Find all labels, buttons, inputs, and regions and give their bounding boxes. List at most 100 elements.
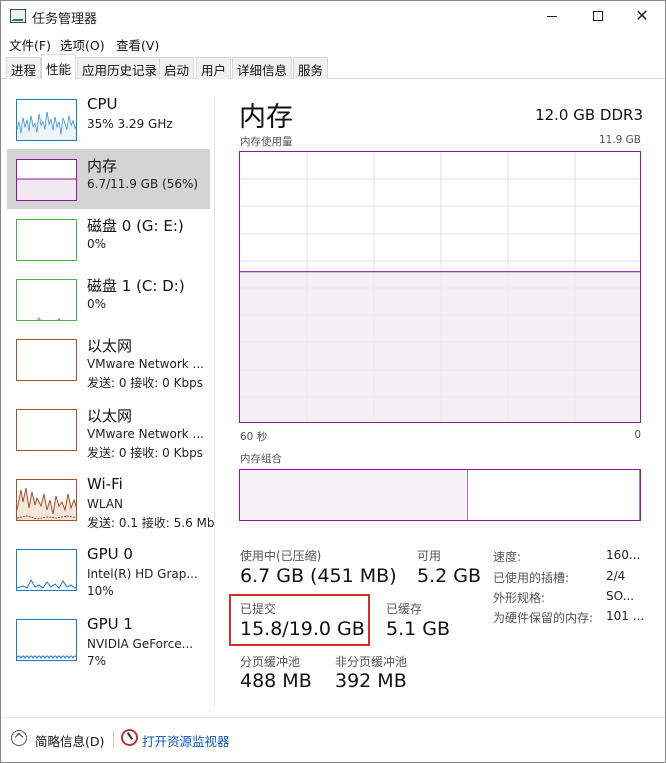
sidebar-item-title: 磁盘 1 (C: D:): [87, 277, 185, 295]
sidebar-item-detail: 10%: [87, 584, 114, 598]
sidebar-item-detail: 发送: 0 接收: 0 Kbps: [87, 446, 203, 460]
menu-view[interactable]: 查看(V): [116, 35, 159, 54]
paged-pool-value: 488 MB: [240, 670, 312, 692]
tab-startup[interactable]: 启动: [159, 57, 195, 79]
sidebar-item-subtitle: 6.7/11.9 GB (56%): [87, 177, 199, 191]
committed-highlight-box: [229, 594, 370, 646]
sidebar-item-detail: 7%: [87, 654, 107, 668]
close-icon: ✕: [635, 6, 649, 25]
sidebar-item-subtitle: 35% 3.29 GHz: [87, 117, 173, 131]
tab-performance[interactable]: 性能: [41, 54, 77, 80]
sidebar-item-subtitle: VMware Network ...: [87, 357, 204, 371]
close-button[interactable]: ✕: [619, 1, 665, 32]
memory-usage-graph: [239, 151, 641, 423]
memory-usage-label: 内存使用量: [240, 136, 293, 148]
slots-used-value: 2/4: [606, 569, 626, 583]
performance-sidebar: CPU 35% 3.29 GHz 内存 6.7/11.9 GB (56%) 磁盘…: [1, 80, 215, 710]
hardware-reserved-value: 101 ...: [606, 609, 645, 623]
cached-label: 已缓存: [386, 602, 423, 616]
panel-title: 内存: [239, 102, 293, 133]
sidebar-item-detail: 发送: 0 接收: 0 Kbps: [87, 376, 203, 390]
sidebar-divider: [214, 99, 215, 707]
graph-time-start: 60 秒: [240, 431, 268, 443]
available-value: 5.2 GB: [417, 565, 482, 587]
resource-monitor-icon[interactable]: [121, 729, 138, 746]
chevron-up-icon[interactable]: [11, 730, 27, 746]
sidebar-item-disk-1[interactable]: 磁盘 1 (C: D:) 0%: [7, 269, 210, 329]
sidebar-item-title: GPU 1: [87, 615, 133, 633]
available-label: 可用: [417, 549, 442, 563]
cpu-graph-icon: [16, 99, 77, 141]
sidebar-item-title: 以太网: [87, 337, 133, 355]
minimize-button[interactable]: [529, 1, 575, 32]
sidebar-item-subtitle: WLAN: [87, 497, 124, 511]
sidebar-item-cpu[interactable]: CPU 35% 3.29 GHz: [7, 89, 210, 149]
tab-details[interactable]: 详细信息: [232, 57, 293, 79]
cached-value: 5.1 GB: [386, 618, 451, 640]
tab-app-history[interactable]: 应用历史记录: [77, 57, 163, 79]
sidebar-item-wifi[interactable]: Wi-Fi WLAN 发送: 0.1 接收: 5.6 Mb: [7, 469, 214, 530]
task-manager-window: 任务管理器 ✕ 文件(F) 选项(O) 查看(V) 进程 性能 应用历史记录 启…: [0, 0, 666, 763]
bottom-divider: [113, 730, 114, 748]
sidebar-item-title: 以太网: [87, 407, 133, 425]
memory-usage-graph-svg: [240, 152, 640, 422]
in-use-label: 使用中(已压缩): [240, 549, 322, 563]
sidebar-item-subtitle: Intel(R) HD Grap...: [87, 567, 198, 581]
minimize-icon: [547, 15, 557, 17]
speed-label: 速度:: [493, 550, 522, 564]
disk-graph-icon: [16, 219, 77, 261]
sidebar-item-title: GPU 0: [87, 545, 133, 563]
nonpaged-pool-label: 非分页缓冲池: [335, 655, 408, 669]
memory-composition-label: 内存组合: [240, 453, 282, 465]
sidebar-item-ethernet-2[interactable]: 以太网 VMware Network ... 发送: 0 接收: 0 Kbps: [7, 399, 210, 460]
ethernet-graph-icon: [16, 409, 77, 451]
wifi-graph-icon: [16, 479, 77, 521]
sidebar-item-memory[interactable]: 内存 6.7/11.9 GB (56%): [7, 149, 210, 209]
memory-composition-bar: [239, 469, 641, 521]
sidebar-item-title: 磁盘 0 (G: E:): [87, 217, 184, 235]
tab-users[interactable]: 用户: [196, 57, 232, 79]
sidebar-item-subtitle: NVIDIA GeForce...: [87, 637, 194, 651]
bottom-bar: 简略信息(D) 打开资源监视器: [1, 717, 665, 763]
memory-usage-max: 11.9 GB: [598, 134, 641, 146]
open-resource-monitor-link[interactable]: 打开资源监视器: [142, 731, 230, 750]
fewer-details-link[interactable]: 简略信息(D): [35, 731, 104, 750]
graph-time-end: 0: [634, 429, 641, 441]
in-use-value: 6.7 GB (451 MB): [240, 565, 397, 587]
memory-usage-area: [240, 271, 640, 422]
memory-spec: 12.0 GB DDR3: [535, 106, 643, 124]
sidebar-item-subtitle: 0%: [87, 297, 107, 311]
gpu-graph-icon: [16, 619, 77, 661]
tab-processes[interactable]: 进程: [6, 57, 42, 79]
menu-options[interactable]: 选项(O): [60, 35, 105, 54]
maximize-button[interactable]: [575, 1, 621, 32]
sidebar-item-gpu-0[interactable]: GPU 0 Intel(R) HD Grap... 10%: [7, 539, 210, 599]
form-factor-label: 外形规格:: [493, 591, 546, 605]
speed-value: 160...: [606, 548, 641, 562]
ethernet-graph-icon: [16, 339, 77, 381]
maximize-icon: [593, 11, 603, 21]
tab-bar: 进程 性能 应用历史记录 启动 用户 详细信息 服务: [1, 54, 665, 80]
memory-graph-icon: [16, 159, 77, 201]
sidebar-item-detail: 发送: 0.1 接收: 5.6 Mb: [87, 516, 215, 530]
sidebar-item-subtitle: 0%: [87, 237, 107, 251]
gpu-graph-icon: [16, 549, 77, 591]
sidebar-item-title: 内存: [87, 157, 118, 175]
task-manager-app-icon: [10, 9, 26, 23]
slots-used-label: 已使用的插槽:: [493, 571, 570, 585]
sidebar-item-title: Wi-Fi: [87, 475, 123, 493]
title-bar: 任务管理器 ✕: [1, 1, 665, 32]
disk-graph-icon: [16, 279, 77, 321]
paged-pool-label: 分页缓冲池: [240, 655, 301, 669]
sidebar-item-ethernet-1[interactable]: 以太网 VMware Network ... 发送: 0 接收: 0 Kbps: [7, 329, 210, 390]
composition-standby-segment: [240, 470, 640, 520]
tab-services[interactable]: 服务: [293, 57, 329, 79]
sidebar-item-title: CPU: [87, 95, 118, 113]
nonpaged-pool-value: 392 MB: [335, 670, 407, 692]
sidebar-item-disk-0[interactable]: 磁盘 0 (G: E:) 0%: [7, 209, 210, 269]
window-title: 任务管理器: [32, 12, 98, 27]
sidebar-item-gpu-1[interactable]: GPU 1 NVIDIA GeForce... 7%: [7, 609, 210, 669]
menu-bar: 文件(F) 选项(O) 查看(V): [1, 32, 665, 54]
menu-file[interactable]: 文件(F): [9, 35, 51, 54]
sidebar-item-subtitle: VMware Network ...: [87, 427, 204, 441]
